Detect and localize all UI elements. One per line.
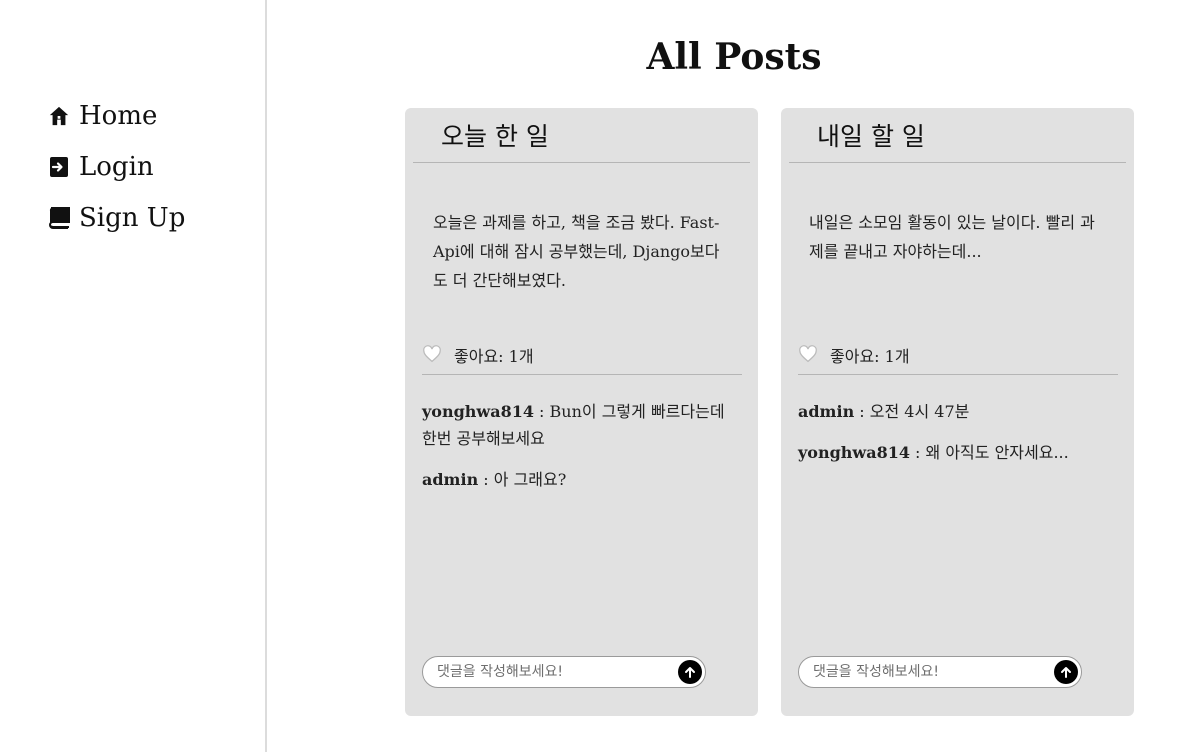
main-content: All Posts 오늘 한 일 오늘은 과제를 하고, 책을 조금 봤다. F… [269, 0, 1199, 752]
post-card: 내일 할 일 내일은 소모임 활동이 있는 날이다. 빨리 과제를 끝내고 자야… [781, 108, 1134, 716]
comment-text: : 오전 4시 47분 [854, 402, 970, 421]
home-icon [47, 104, 71, 128]
send-comment-button[interactable] [1054, 660, 1078, 684]
comment-text: : 아 그래요? [478, 470, 567, 489]
arrow-up-icon [685, 667, 695, 678]
comment-author: admin [798, 402, 855, 421]
comment-input[interactable] [811, 663, 1054, 681]
sidebar-nav: Home Login Sign Up [47, 90, 185, 243]
likes-count: 좋아요: 1개 [830, 347, 910, 366]
comment-item: yonghwa814 : Bun이 그렇게 빠르다는데 한번 공부해보세요 [422, 398, 744, 452]
comment-author: admin [422, 470, 479, 489]
likes-count: 좋아요: 1개 [454, 347, 534, 366]
heart-icon[interactable] [798, 345, 820, 365]
post-likes: 좋아요: 1개 [422, 336, 742, 375]
post-body: 오늘은 과제를 하고, 책을 조금 봤다. Fast-Api에 대해 잠시 공부… [433, 213, 720, 290]
login-icon [47, 155, 71, 179]
sidebar-item-home[interactable]: Home [47, 90, 185, 141]
comment-item: admin : 오전 4시 47분 [798, 398, 1120, 425]
comment-item: admin : 아 그래요? [422, 466, 744, 493]
comment-author: yonghwa814 [422, 402, 534, 421]
comment-list: admin : 오전 4시 47분 yonghwa814 : 왜 아직도 안자세… [798, 398, 1120, 480]
post-body: 내일은 소모임 활동이 있는 날이다. 빨리 과제를 끝내고 자야하는데... [809, 213, 1095, 261]
sidebar-item-login[interactable]: Login [47, 141, 185, 192]
comment-item: yonghwa814 : 왜 아직도 안자세요... [798, 439, 1120, 466]
page-title: All Posts [646, 36, 822, 78]
post-card: 오늘 한 일 오늘은 과제를 하고, 책을 조금 봤다. Fast-Api에 대… [405, 108, 758, 716]
post-title: 오늘 한 일 [413, 108, 750, 163]
comment-form [798, 656, 1082, 688]
post-likes: 좋아요: 1개 [798, 336, 1118, 375]
post-title: 내일 할 일 [789, 108, 1126, 163]
comment-input[interactable] [435, 663, 678, 681]
sidebar-item-label: Sign Up [79, 202, 186, 233]
heart-icon[interactable] [422, 345, 444, 365]
sidebar-item-label: Login [79, 151, 154, 182]
sidebar-item-label: Home [79, 100, 158, 131]
send-comment-button[interactable] [678, 660, 702, 684]
comment-author: yonghwa814 [798, 443, 910, 462]
comment-form [422, 656, 706, 688]
book-icon [47, 206, 71, 230]
comment-list: yonghwa814 : Bun이 그렇게 빠르다는데 한번 공부해보세요 ad… [422, 398, 744, 507]
arrow-up-icon [1061, 667, 1071, 678]
sidebar: Home Login Sign Up [0, 0, 267, 752]
sidebar-item-signup[interactable]: Sign Up [47, 192, 185, 243]
comment-text: : 왜 아직도 안자세요... [909, 443, 1069, 462]
